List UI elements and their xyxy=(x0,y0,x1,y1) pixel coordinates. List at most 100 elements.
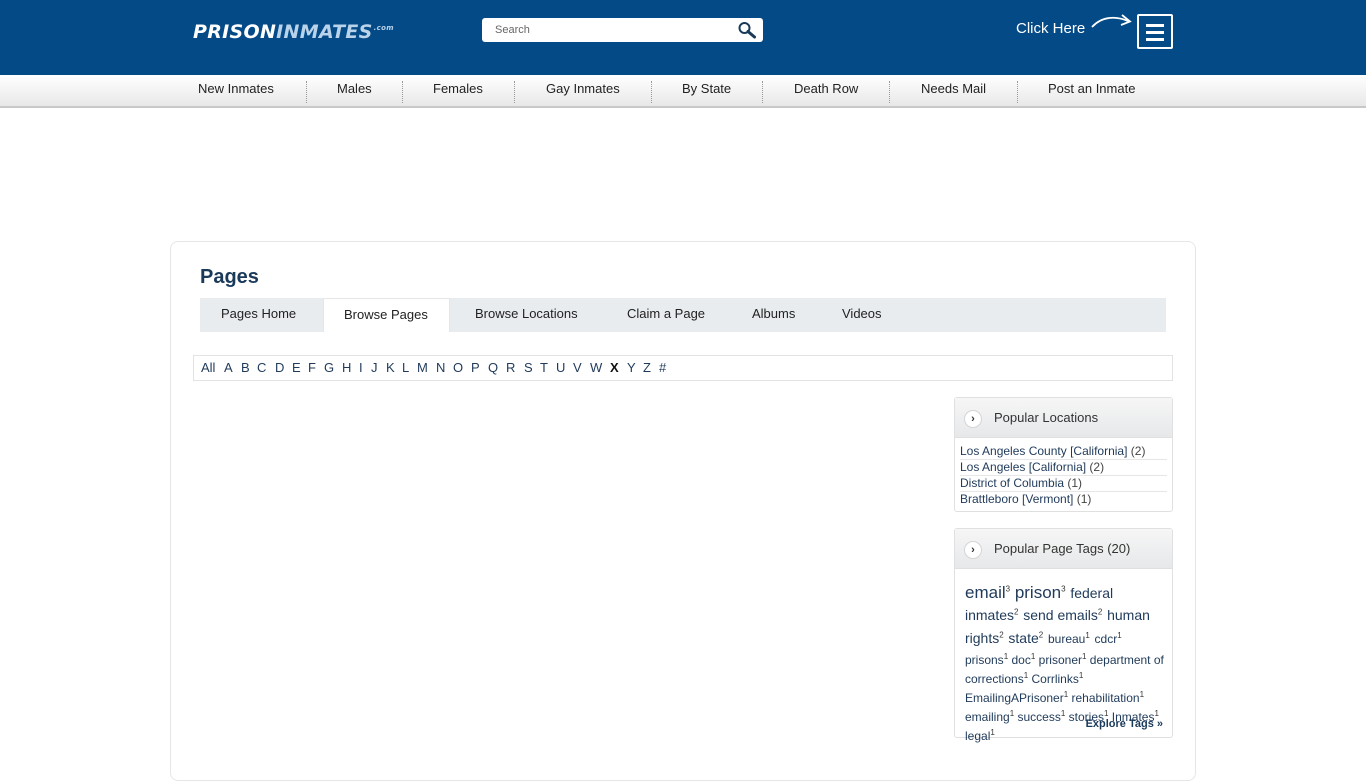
letter-link-b[interactable]: B xyxy=(241,360,250,375)
tag-link[interactable]: prisons1 xyxy=(965,652,1008,667)
tag-link[interactable]: prison3 xyxy=(1015,583,1066,602)
tag-name[interactable]: success xyxy=(1018,710,1061,724)
search-box xyxy=(482,18,763,42)
letter-link-z[interactable]: Z xyxy=(643,360,651,375)
letter-link-h[interactable]: H xyxy=(342,360,351,375)
nav-post-an-inmate[interactable]: Post an Inmate xyxy=(1048,75,1135,106)
letter-link-f[interactable]: F xyxy=(308,360,316,375)
letter-link-w[interactable]: W xyxy=(590,360,602,375)
tab-claim-a-page[interactable]: Claim a Page xyxy=(627,298,705,332)
location-item[interactable]: Los Angeles [California] (2) xyxy=(960,460,1104,474)
explore-tags-link[interactable]: Explore Tags » xyxy=(1086,718,1163,730)
tag-link[interactable]: success1 xyxy=(1018,709,1066,724)
letter-link-q[interactable]: Q xyxy=(488,360,498,375)
curved-arrow-icon xyxy=(1091,14,1132,28)
nav-death-row[interactable]: Death Row xyxy=(794,75,858,106)
letter-link-g[interactable]: G xyxy=(324,360,334,375)
letter-link-i[interactable]: I xyxy=(359,360,363,375)
menu-button[interactable] xyxy=(1137,14,1173,49)
tab-albums[interactable]: Albums xyxy=(752,298,795,332)
search-input[interactable] xyxy=(482,18,732,42)
letter-link-n[interactable]: N xyxy=(436,360,445,375)
tag-name[interactable]: send emails xyxy=(1023,607,1098,623)
tag-name[interactable]: bureau xyxy=(1048,632,1085,646)
nav-females[interactable]: Females xyxy=(433,75,483,106)
tab-pages-home[interactable]: Pages Home xyxy=(221,298,296,332)
chevron-right-icon[interactable]: › xyxy=(964,410,982,428)
tag-count: 1 xyxy=(1023,670,1029,680)
tag-name[interactable]: Corrlinks xyxy=(1031,672,1078,686)
tag-count: 1 xyxy=(1139,689,1145,699)
tag-link[interactable]: legal1 xyxy=(965,728,995,743)
letter-link-all[interactable]: All xyxy=(201,360,215,375)
tag-link[interactable]: bureau1 xyxy=(1048,631,1090,646)
letter-link-m[interactable]: M xyxy=(417,360,428,375)
letter-link-t[interactable]: T xyxy=(540,360,548,375)
nav-males[interactable]: Males xyxy=(337,75,372,106)
letter-link-k[interactable]: K xyxy=(386,360,395,375)
magnifier-icon[interactable] xyxy=(737,21,757,39)
letter-link-o[interactable]: O xyxy=(453,360,463,375)
letter-link-p[interactable]: P xyxy=(471,360,480,375)
letter-link-d[interactable]: D xyxy=(275,360,284,375)
tag-name[interactable]: doc xyxy=(1011,653,1030,667)
letter-link-c[interactable]: C xyxy=(257,360,266,375)
tag-count: 1 xyxy=(1030,651,1036,661)
tag-link[interactable]: cdcr1 xyxy=(1095,631,1122,646)
location-count: (1) xyxy=(1067,476,1083,490)
location-item[interactable]: Los Angeles County [California] (2) xyxy=(960,444,1145,458)
tag-link[interactable]: EmailingAPrisoner1 xyxy=(965,690,1068,705)
location-item[interactable]: Brattleboro [Vermont] (1) xyxy=(960,492,1091,506)
location-name[interactable]: Los Angeles [California] xyxy=(960,460,1086,474)
letter-link-y[interactable]: Y xyxy=(627,360,636,375)
letter-link-r[interactable]: R xyxy=(506,360,515,375)
tag-count: 3 xyxy=(1005,584,1011,593)
tag-name[interactable]: EmailingAPrisoner xyxy=(965,691,1064,705)
tag-link[interactable]: send emails2 xyxy=(1023,607,1102,623)
nav-gay-inmates[interactable]: Gay Inmates xyxy=(546,75,620,106)
nav-divider xyxy=(402,81,403,103)
tag-link[interactable]: rehabilitation1 xyxy=(1072,689,1145,705)
location-name[interactable]: Brattleboro [Vermont] xyxy=(960,492,1073,506)
tag-name[interactable]: prisons xyxy=(965,653,1004,667)
nav-needs-mail[interactable]: Needs Mail xyxy=(921,75,986,106)
tab-videos[interactable]: Videos xyxy=(842,298,882,332)
nav-divider xyxy=(514,81,515,103)
letter-link-x-active[interactable]: X xyxy=(610,360,619,375)
tag-link[interactable]: email3 xyxy=(965,583,1010,602)
tag-name[interactable]: rehabilitation xyxy=(1072,691,1140,705)
tag-link[interactable]: doc1 xyxy=(1011,651,1036,667)
tag-link[interactable]: Corrlinks1 xyxy=(1031,671,1083,686)
tag-name[interactable]: cdcr xyxy=(1095,632,1118,646)
tag-link[interactable]: prisoner1 xyxy=(1039,652,1087,667)
letter-link-j[interactable]: J xyxy=(371,360,378,375)
letter-link-hash[interactable]: # xyxy=(659,360,666,375)
tag-link[interactable]: emailing1 xyxy=(965,708,1015,724)
tag-link[interactable]: state2 xyxy=(1008,630,1043,646)
site-logo[interactable]: PRISONINMATES.com xyxy=(193,20,394,44)
letter-link-u[interactable]: U xyxy=(556,360,565,375)
letter-link-s[interactable]: S xyxy=(524,360,533,375)
popular-tags-box: › Popular Page Tags (20) email3 prison3 … xyxy=(954,528,1173,743)
location-item[interactable]: District of Columbia (1) xyxy=(960,476,1082,490)
letter-link-e[interactable]: E xyxy=(292,360,301,375)
tag-name[interactable]: prisoner xyxy=(1039,653,1082,667)
location-name[interactable]: Los Angeles County [California] xyxy=(960,444,1127,458)
letter-link-l[interactable]: L xyxy=(402,360,409,375)
tag-name[interactable]: state xyxy=(1008,630,1038,646)
tag-count: 1 xyxy=(1009,708,1015,718)
chevron-right-icon[interactable]: › xyxy=(964,541,982,559)
tag-name[interactable]: emailing xyxy=(965,710,1010,724)
popular-locations-header: › Popular Locations xyxy=(955,398,1172,438)
tag-name[interactable]: prison xyxy=(1015,583,1061,602)
tag-name[interactable]: email xyxy=(965,583,1006,602)
nav-by-state[interactable]: By State xyxy=(682,75,731,106)
tab-browse-locations[interactable]: Browse Locations xyxy=(475,298,578,332)
nav-new-inmates[interactable]: New Inmates xyxy=(198,75,274,106)
tab-browse-pages[interactable]: Browse Pages xyxy=(323,298,450,332)
alphabet-filter: All A B C D E F G H I J K L M N O P Q R … xyxy=(193,355,1173,381)
letter-link-v[interactable]: V xyxy=(573,360,582,375)
tag-name[interactable]: legal xyxy=(965,729,990,743)
location-name[interactable]: District of Columbia xyxy=(960,476,1064,490)
letter-link-a[interactable]: A xyxy=(224,360,233,375)
